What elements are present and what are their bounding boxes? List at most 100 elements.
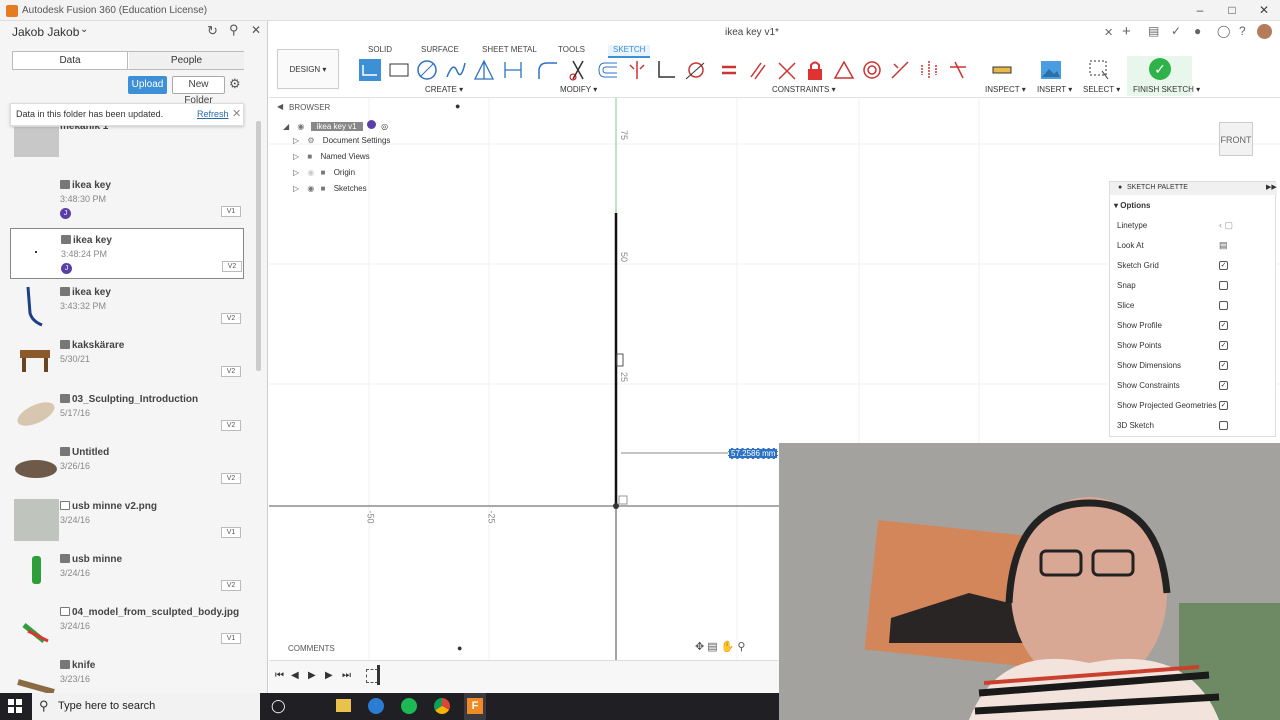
close-panel-icon[interactable]: ✕: [251, 23, 261, 37]
pan-icon[interactable]: ✋: [721, 641, 738, 653]
browser-node-named-views[interactable]: ▷ ■ Named Views: [293, 152, 370, 161]
extensions-icon[interactable]: ▤: [1148, 24, 1159, 38]
tab-surface[interactable]: SURFACE: [421, 45, 459, 54]
browser-node-document-settings[interactable]: ▷ ⚙ Document Settings: [293, 136, 390, 145]
chevron-down-icon[interactable]: ⌄: [80, 24, 88, 35]
tab-people[interactable]: People: [129, 52, 244, 69]
checkbox[interactable]: [1219, 301, 1228, 310]
step-forward-icon[interactable]: ▶: [325, 670, 333, 681]
perpendicular-icon[interactable]: [776, 59, 798, 81]
spotify-icon[interactable]: [401, 698, 417, 714]
finish-sketch-button[interactable]: ✓ FINISH SKETCH ▾: [1127, 56, 1200, 96]
active-radio-icon[interactable]: ◎: [381, 122, 388, 131]
list-item[interactable]: ikea key 3:43:32 PM V2: [10, 281, 244, 332]
user-name[interactable]: Jakob Jakob: [12, 25, 79, 39]
go-to-start-icon[interactable]: ⏮: [275, 670, 284, 681]
comments-panel[interactable]: COMMENTS: [288, 644, 335, 653]
play-icon[interactable]: ▶: [308, 670, 316, 681]
list-item[interactable]: 03_Sculpting_Introduction 5/17/16 V2: [10, 388, 244, 439]
list-item[interactable]: mekanik 1: [10, 121, 244, 166]
close-tab-icon[interactable]: ✕: [1104, 26, 1113, 39]
list-item[interactable]: Untitled 3/26/16 V2: [10, 441, 244, 492]
select-menu[interactable]: SELECT ▾: [1083, 85, 1120, 94]
taskbar-search[interactable]: ⚲ Type here to search: [32, 693, 260, 720]
inspect-menu[interactable]: INSPECT ▾: [985, 85, 1026, 94]
create-menu[interactable]: CREATE ▾: [425, 85, 463, 94]
notifications-icon[interactable]: ●: [1194, 24, 1201, 38]
orbit-icon[interactable]: ✥: [695, 641, 707, 653]
checkbox[interactable]: [1219, 281, 1228, 290]
list-item[interactable]: usb minne 3/24/16 V2: [10, 548, 244, 599]
options-section[interactable]: ▾ Options: [1114, 201, 1150, 210]
concentric-icon[interactable]: [861, 59, 883, 81]
chrome-icon[interactable]: [434, 698, 450, 714]
timeline-marker[interactable]: [377, 665, 380, 685]
gear-icon[interactable]: ⚙: [229, 77, 243, 91]
version-badge[interactable]: V2: [222, 261, 242, 272]
mirror-tool-icon[interactable]: [626, 59, 648, 81]
checkbox[interactable]: ✓: [1219, 261, 1228, 270]
insert-menu[interactable]: INSERT ▾: [1037, 85, 1072, 94]
collinear-icon[interactable]: [889, 59, 911, 81]
tab-sketch[interactable]: SKETCH: [608, 45, 651, 58]
version-badge[interactable]: V1: [221, 527, 241, 538]
look-at-icon[interactable]: ▤: [707, 641, 720, 653]
select-icon[interactable]: [1088, 59, 1110, 81]
fusion-taskbar-item[interactable]: F: [464, 693, 486, 720]
new-folder-button[interactable]: New Folder: [172, 76, 225, 106]
measure-icon[interactable]: [991, 59, 1013, 81]
modify-menu[interactable]: MODIFY ▾: [560, 85, 597, 94]
equal-icon[interactable]: [718, 59, 740, 81]
document-tab[interactable]: ikea key v1*: [725, 27, 779, 38]
tab-solid[interactable]: SOLID: [368, 45, 392, 54]
version-badge[interactable]: V2: [221, 366, 241, 377]
task-view-icon[interactable]: ◯: [271, 698, 286, 714]
refresh-link[interactable]: Refresh: [197, 109, 229, 119]
version-badge[interactable]: V1: [221, 206, 241, 217]
linetype-icon[interactable]: ‹ ▢: [1219, 220, 1233, 231]
eye-hidden-icon[interactable]: ◉: [307, 168, 314, 177]
minimize-button[interactable]: –: [1185, 2, 1215, 19]
constraints-menu[interactable]: CONSTRAINTS ▾: [772, 85, 836, 94]
tangent-icon[interactable]: [684, 59, 706, 81]
tab-tools[interactable]: TOOLS: [558, 45, 585, 54]
scrollbar[interactable]: [256, 121, 261, 371]
close-icon[interactable]: ✕: [232, 107, 241, 120]
eye-icon[interactable]: ◉: [307, 184, 314, 193]
list-item[interactable]: knife 3/23/16: [10, 654, 244, 693]
pin-icon[interactable]: ●: [1118, 184, 1122, 191]
collapse-icon[interactable]: ◀: [277, 102, 283, 111]
workspace-switcher[interactable]: DESIGN ▾: [277, 49, 339, 89]
go-to-end-icon[interactable]: ⏭: [342, 670, 351, 681]
list-item[interactable]: ikea key 3:48:24 PM J V2: [10, 228, 244, 279]
checkbox[interactable]: ✓: [1219, 321, 1228, 330]
triangle-tool-icon[interactable]: [473, 59, 495, 81]
view-cube[interactable]: FRONT: [1219, 122, 1253, 156]
sketch-canvas[interactable]: ◀ BROWSER ● ◢ ◉ ikea key v1 ◎ ▷ ⚙ Docume…: [269, 98, 779, 660]
trim-tool-icon[interactable]: [567, 59, 589, 81]
upload-button[interactable]: Upload: [128, 76, 167, 94]
midpoint-icon[interactable]: [833, 59, 855, 81]
zoom-icon[interactable]: ⚲: [737, 641, 748, 653]
avatar[interactable]: [1257, 24, 1272, 39]
clock-icon[interactable]: ◯: [1217, 24, 1230, 38]
tab-sheet-metal[interactable]: SHEET METAL: [482, 45, 537, 54]
offset-tool-icon[interactable]: [597, 59, 619, 81]
pin-icon[interactable]: ●: [457, 643, 462, 653]
checkbox[interactable]: ✓: [1219, 341, 1228, 350]
line-tool-icon[interactable]: [359, 59, 381, 81]
version-badge[interactable]: V2: [221, 420, 241, 431]
rectangle-tool-icon[interactable]: [388, 59, 410, 81]
lock-icon[interactable]: [804, 59, 826, 81]
browser-node-origin[interactable]: ▷ ◉ ■ Origin: [293, 168, 355, 177]
version-badge[interactable]: V2: [221, 313, 241, 324]
list-item[interactable]: ikea key 3:48:30 PM J V1: [10, 174, 244, 225]
version-badge[interactable]: V1: [221, 633, 241, 644]
list-item[interactable]: 04_model_from_sculpted_body.jpg 3/24/16 …: [10, 601, 244, 652]
browser-root[interactable]: ◢ ◉ ikea key v1 ◎: [283, 120, 388, 131]
dimension-tool-icon[interactable]: [502, 59, 524, 81]
list-item[interactable]: kakskärare 5/30/21 V2: [10, 334, 244, 385]
tab-data[interactable]: Data: [13, 52, 128, 69]
coincident-icon[interactable]: [655, 59, 677, 81]
browser-node-sketches[interactable]: ▷ ◉ ■ Sketches: [293, 184, 367, 193]
